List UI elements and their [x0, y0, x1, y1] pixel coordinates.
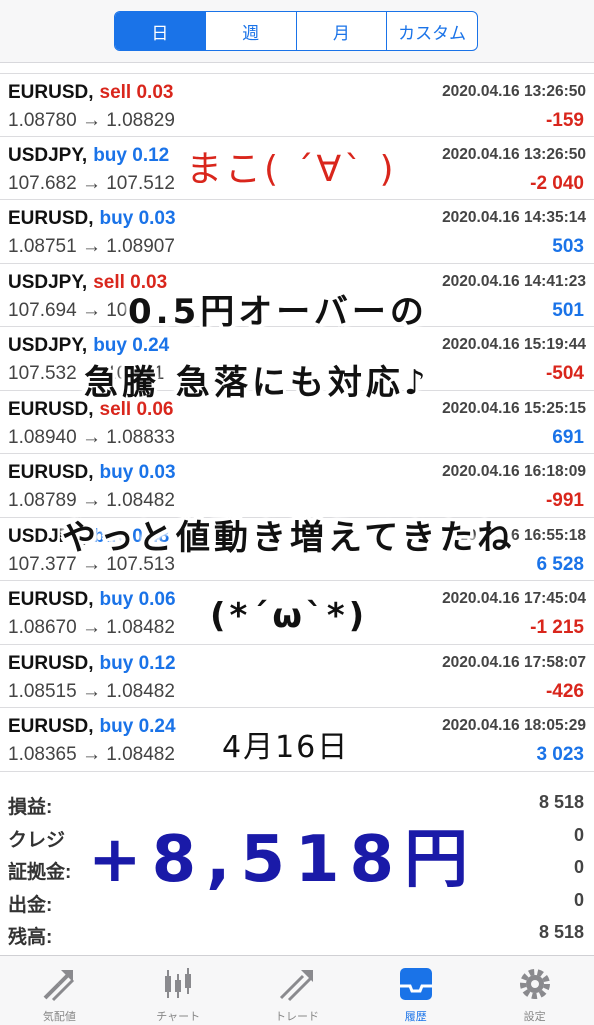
tab-month[interactable]: 月: [297, 12, 388, 50]
nav-chart[interactable]: チャート: [119, 956, 238, 1025]
nav-quotes[interactable]: 気配値: [0, 956, 119, 1025]
nav-history-label: 履歴: [404, 1011, 427, 1023]
symbol-name: USDJPY,: [8, 271, 88, 293]
summary-row: 残高: 8 518: [0, 918, 594, 951]
symbol-name: EURUSD,: [8, 589, 94, 610]
trade-side-volume: buy 0.12: [93, 144, 170, 166]
trade-price-range: 1.08940 → 1.08833: [8, 426, 175, 448]
trade-side-volume: buy 0.24: [93, 335, 170, 356]
symbol-name: EURUSD,: [8, 716, 94, 737]
trade-symbol: EURUSD, buy 0.24: [8, 716, 176, 738]
symbol-name: USDJPY,: [8, 335, 88, 356]
bottom-navigation: 気配値 チャート トレード 履歴 設定: [0, 955, 594, 1025]
trade-profit: 691: [552, 426, 584, 448]
handwritten-note-line-4: (*´ω`*): [210, 596, 369, 636]
trade-side-volume: buy 0.03: [99, 462, 176, 483]
trade-profit: -1 215: [530, 617, 584, 638]
trade-symbol: EURUSD, buy 0.12: [8, 653, 176, 675]
summary-label: 残高:: [8, 927, 53, 948]
symbol-name: EURUSD,: [8, 208, 94, 229]
trade-profit: 501: [552, 299, 584, 321]
summary-value: 8 518: [538, 792, 584, 812]
trade-profit: -504: [545, 363, 584, 384]
trade-row[interactable]: EURUSD, buy 0.12 2020.04.16 17:58:07 1.0851…: [0, 645, 594, 708]
trade-symbol: EURUSD, sell 0.03: [8, 82, 173, 104]
summary-label: 証拠金:: [8, 862, 72, 883]
trade-symbol: EURUSD, buy 0.03: [8, 462, 176, 484]
trade-price-range: 1.08751 → 1.08907: [8, 236, 175, 257]
trade-price-range: 1.08365 → 1.08482: [8, 744, 175, 765]
handwritten-total-note: +8,518円: [88, 823, 479, 897]
symbol-name: EURUSD,: [8, 652, 94, 674]
nav-history[interactable]: 履歴: [356, 956, 475, 1025]
tab-custom[interactable]: カスタム: [387, 12, 477, 50]
nav-chart-label: チャート: [156, 1011, 201, 1023]
nav-settings-label: 設定: [523, 1011, 546, 1023]
tab-week[interactable]: 週: [206, 12, 297, 50]
trade-profit: -991: [545, 490, 584, 511]
trade-datetime: 2020.04.16 14:35:14: [442, 209, 586, 226]
trade-profit: -426: [545, 680, 584, 702]
symbol-name: USDJPY,: [8, 144, 88, 166]
handwritten-name-note: まこ( ´∀` ): [186, 149, 397, 190]
handwritten-note-line-3: やっと値動き増えてきたね: [62, 518, 516, 558]
nav-settings[interactable]: 設定: [475, 956, 594, 1025]
tab-day[interactable]: 日: [115, 12, 206, 50]
handwritten-date-note: 4月16日: [222, 730, 350, 765]
trade-side-volume: sell 0.03: [99, 82, 174, 103]
trade-symbol: EURUSD, buy 0.03: [8, 208, 176, 230]
trade-side-volume: buy 0.12: [99, 652, 176, 674]
nav-quotes-label: 気配値: [42, 1011, 76, 1023]
trade-profit: 503: [552, 236, 584, 257]
trade-symbol: EURUSD, buy 0.06: [8, 589, 176, 611]
trade-datetime: 2020.04.16 17:45:04: [442, 590, 586, 607]
period-segmented-control: 日 週 月 カスタム: [114, 11, 478, 51]
trade-datetime: 2020.04.16 17:58:07: [442, 653, 586, 671]
trade-profit: 6 528: [536, 553, 584, 575]
quotes-icon: [43, 970, 75, 1002]
summary-label: クレジ: [8, 829, 66, 851]
trade-price-range: 1.08515 → 1.08482: [8, 680, 175, 702]
trade-profit: 3 023: [536, 744, 584, 765]
trade-profit: -159: [545, 110, 584, 131]
chart-icon: [165, 968, 192, 998]
trade-datetime: 2020.04.16 13:26:50: [442, 145, 586, 163]
summary-label: 出金:: [8, 894, 53, 916]
summary-label: 損益:: [8, 797, 53, 818]
trade-side-volume: buy 0.06: [99, 589, 176, 610]
trade-side-volume: buy 0.03: [99, 208, 176, 229]
trade-profit: -2 040: [530, 172, 584, 194]
trade-datetime: 2020.04.16 15:19:44: [442, 336, 586, 353]
symbol-name: EURUSD,: [8, 462, 94, 483]
trade-price-range: 1.08780 → 1.08829: [8, 110, 175, 131]
trade-price-range: 107.682 → 107.512: [8, 172, 175, 194]
trade-symbol: USDJPY, buy 0.24: [8, 335, 169, 357]
summary-value: 0: [573, 857, 584, 877]
trade-side-volume: buy 0.24: [99, 716, 176, 737]
nav-trade-label: トレード: [274, 1011, 319, 1023]
trade-icon: [279, 970, 313, 1002]
symbol-name: EURUSD,: [8, 82, 94, 103]
settings-icon: [519, 969, 550, 999]
summary-value: 8 518: [538, 922, 584, 942]
symbol-name: EURUSD,: [8, 398, 94, 420]
history-icon: [399, 968, 432, 1000]
trade-row[interactable]: EURUSD, sell 0.03 2020.04.16 13:26:50 1.087…: [0, 73, 594, 137]
trade-price-range: 1.08789 → 1.08482: [8, 490, 175, 511]
trade-datetime: 2020.04.16 18:05:29: [442, 717, 586, 734]
trade-price-range: 1.08670 → 1.08482: [8, 617, 175, 638]
trade-symbol: USDJPY, buy 0.12: [8, 145, 169, 167]
summary-value: 0: [573, 889, 584, 910]
trade-row[interactable]: EURUSD, buy 0.03 2020.04.16 16:18:09 1.0878…: [0, 454, 594, 518]
trade-datetime: 2020.04.16 13:26:50: [442, 83, 586, 100]
trade-datetime: 2020.04.16 14:41:23: [442, 272, 586, 290]
period-selector-bar: 日 週 月 カスタム: [0, 0, 594, 63]
summary-value: 0: [573, 824, 584, 845]
trade-datetime: 2020.04.16 16:18:09: [442, 463, 586, 480]
trade-row[interactable]: EURUSD, buy 0.03 2020.04.16 14:35:14 1.0875…: [0, 200, 594, 264]
handwritten-note-line-1: 0.5円オーバーの: [128, 292, 428, 332]
trade-datetime: 2020.04.16 15:25:15: [442, 399, 586, 417]
nav-trade[interactable]: トレード: [238, 956, 357, 1025]
handwritten-note-line-2: 急騰 急落にも対応♪: [84, 363, 430, 403]
